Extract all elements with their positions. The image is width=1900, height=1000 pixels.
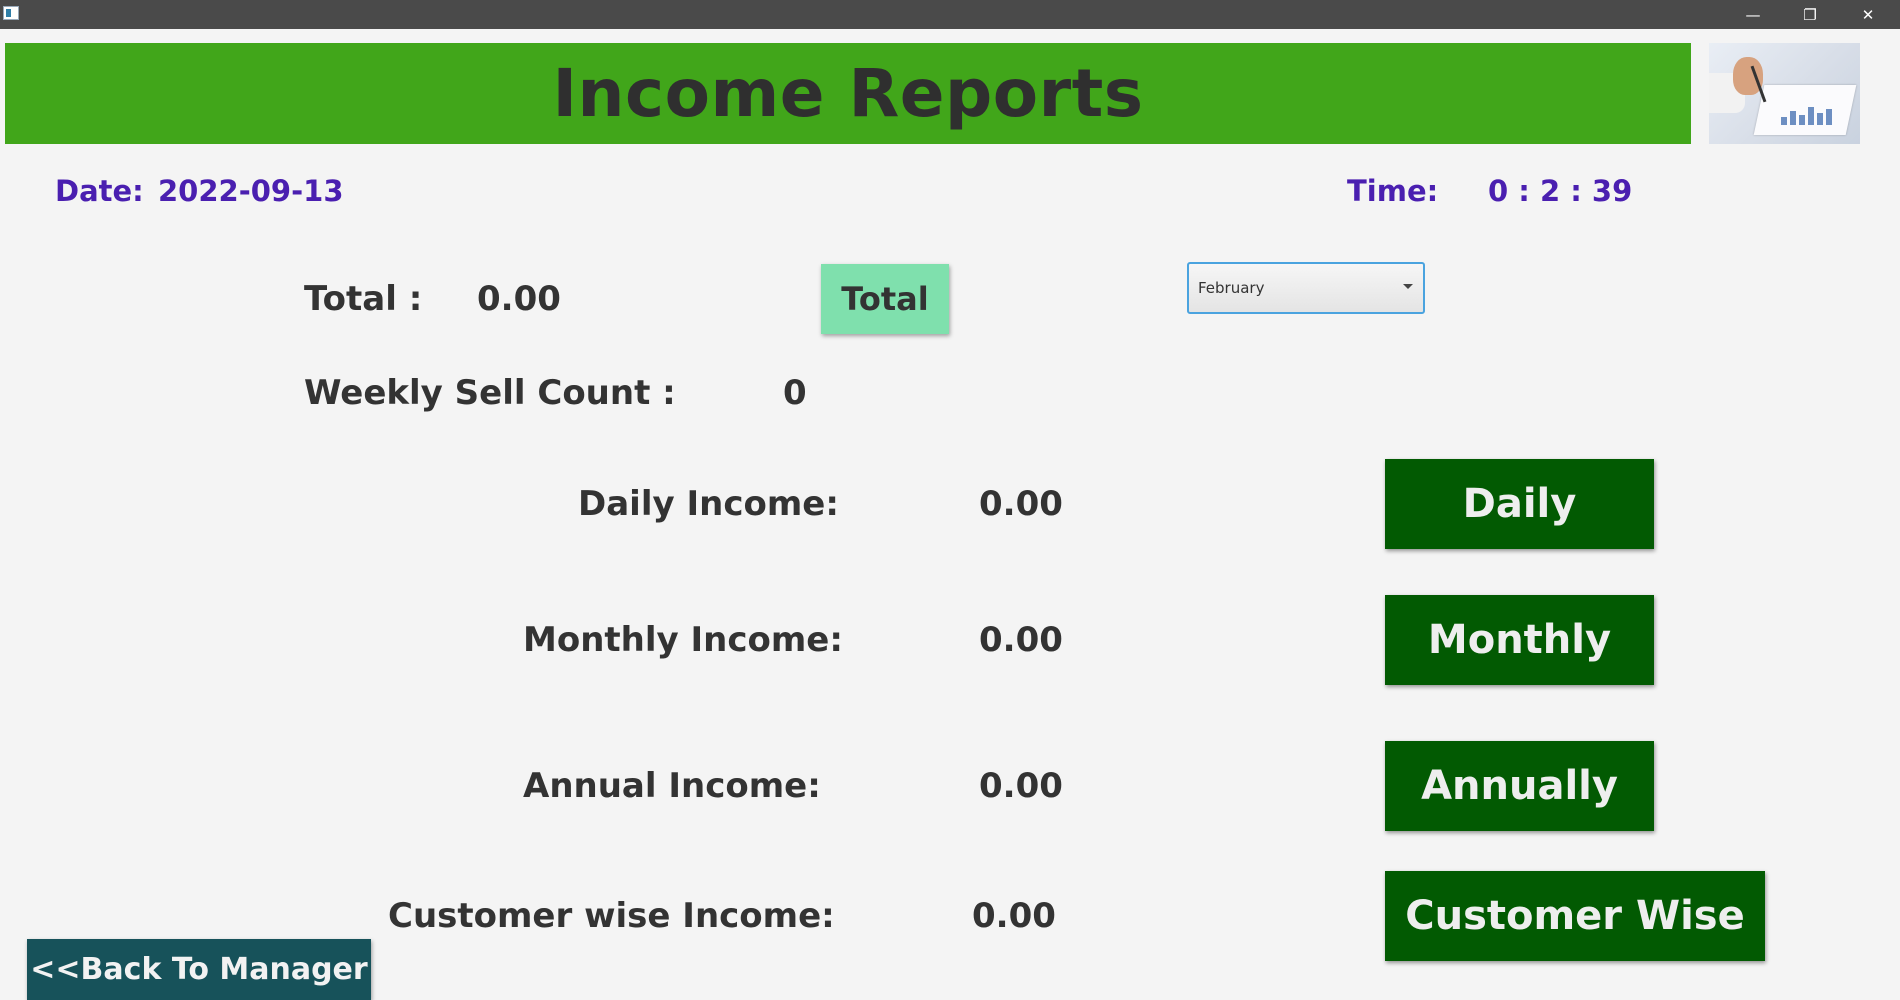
- total-button[interactable]: Total: [821, 264, 949, 334]
- chevron-down-icon[interactable]: [1403, 284, 1413, 289]
- total-label: Total :: [304, 279, 423, 319]
- page-title: Income Reports: [552, 55, 1144, 132]
- annual-income-label: Annual Income:: [523, 766, 821, 806]
- monthly-income-label: Monthly Income:: [523, 620, 843, 660]
- weekly-sell-count-label: Weekly Sell Count :: [304, 373, 676, 413]
- annual-income-value: 0.00: [979, 766, 1063, 806]
- daily-income-value: 0.00: [979, 484, 1063, 524]
- daily-button[interactable]: Daily: [1385, 459, 1654, 549]
- close-button[interactable]: ✕: [1845, 0, 1891, 29]
- customer-wise-button[interactable]: Customer Wise: [1385, 871, 1765, 961]
- report-thumbnail-image: [1709, 43, 1860, 144]
- month-select-value: February: [1198, 279, 1265, 297]
- monthly-button[interactable]: Monthly: [1385, 595, 1654, 685]
- date-label: Date:: [55, 174, 144, 208]
- month-select[interactable]: February: [1187, 262, 1425, 314]
- annually-button[interactable]: Annually: [1385, 741, 1654, 831]
- back-to-manager-button[interactable]: <<Back To Manager: [27, 939, 371, 1000]
- window-titlebar: — ❐ ✕: [0, 0, 1900, 29]
- customer-wise-income-value: 0.00: [972, 896, 1056, 936]
- restore-button[interactable]: ❐: [1787, 0, 1833, 29]
- monthly-income-value: 0.00: [979, 620, 1063, 660]
- header-banner: Income Reports: [5, 43, 1691, 144]
- date-value: 2022-09-13: [158, 174, 344, 208]
- time-label: Time:: [1347, 174, 1439, 208]
- time-value: 0 : 2 : 39: [1488, 174, 1633, 208]
- weekly-sell-count-value: 0: [783, 373, 807, 413]
- chart-graphic: [1781, 105, 1841, 125]
- daily-income-label: Daily Income:: [578, 484, 839, 524]
- app-icon: [3, 6, 19, 20]
- minimize-button[interactable]: —: [1730, 0, 1776, 29]
- customer-wise-income-label: Customer wise Income:: [388, 896, 835, 936]
- total-value: 0.00: [477, 279, 561, 319]
